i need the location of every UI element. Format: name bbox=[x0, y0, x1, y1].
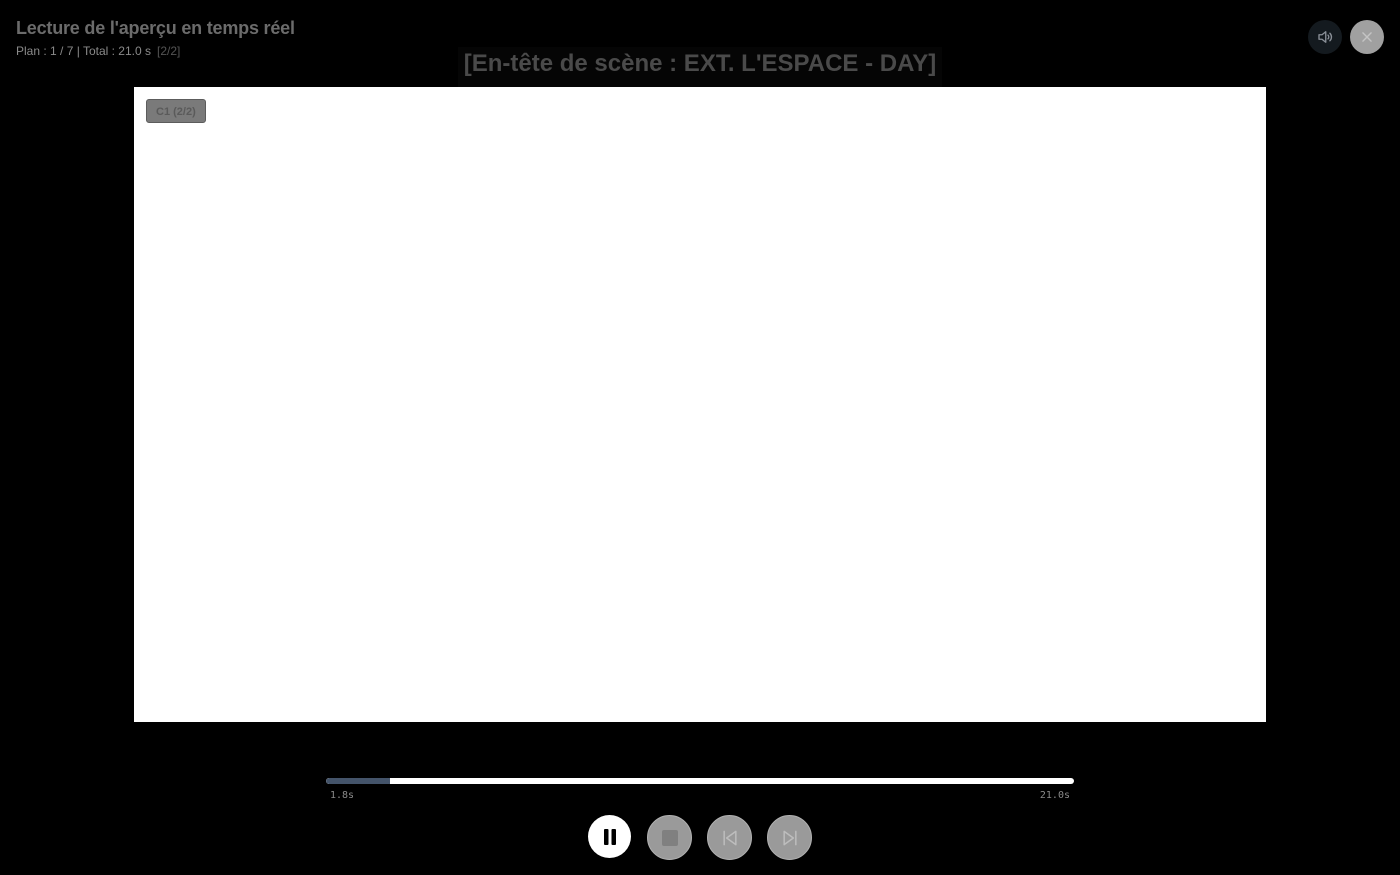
playback-meta: Plan : 1 / 7 | Total : 21.0 s [2/2] bbox=[16, 43, 295, 59]
pause-icon bbox=[603, 828, 616, 845]
player-header: Lecture de l'aperçu en temps réel Plan :… bbox=[16, 16, 295, 59]
plan-info: Plan : 1 / 7 | Total : 21.0 s bbox=[16, 44, 151, 58]
top-right-buttons bbox=[1308, 20, 1384, 54]
current-time: 1.8s bbox=[330, 790, 355, 801]
shot-badge: C1 (2/2) bbox=[146, 99, 206, 123]
sound-button[interactable] bbox=[1308, 20, 1342, 54]
preview-frame: C1 (2/2) bbox=[134, 87, 1266, 722]
close-icon bbox=[1362, 32, 1372, 42]
next-button[interactable] bbox=[767, 815, 812, 860]
previous-button[interactable] bbox=[707, 815, 752, 860]
playback-controls bbox=[588, 815, 812, 860]
time-labels: 1.8s 21.0s bbox=[326, 790, 1074, 801]
stop-icon bbox=[661, 829, 678, 846]
total-time: 21.0s bbox=[1039, 790, 1070, 801]
close-button[interactable] bbox=[1350, 20, 1384, 54]
speaker-icon bbox=[1318, 31, 1333, 43]
scene-heading: [En-tête de scène : EXT. L'ESPACE - DAY] bbox=[458, 47, 942, 87]
stop-button[interactable] bbox=[647, 815, 692, 860]
preview-player: Lecture de l'aperçu en temps réel Plan :… bbox=[0, 0, 1400, 875]
pause-button[interactable] bbox=[588, 815, 631, 858]
page-title: Lecture de l'aperçu en temps réel bbox=[16, 18, 295, 38]
timeline: 1.8s 21.0s bbox=[326, 778, 1074, 801]
shot-counter: [2/2] bbox=[156, 44, 181, 58]
progress-fill bbox=[326, 778, 391, 784]
skip-next-icon bbox=[782, 830, 797, 845]
progress-bar[interactable] bbox=[326, 778, 1074, 784]
skip-previous-icon bbox=[722, 830, 737, 845]
